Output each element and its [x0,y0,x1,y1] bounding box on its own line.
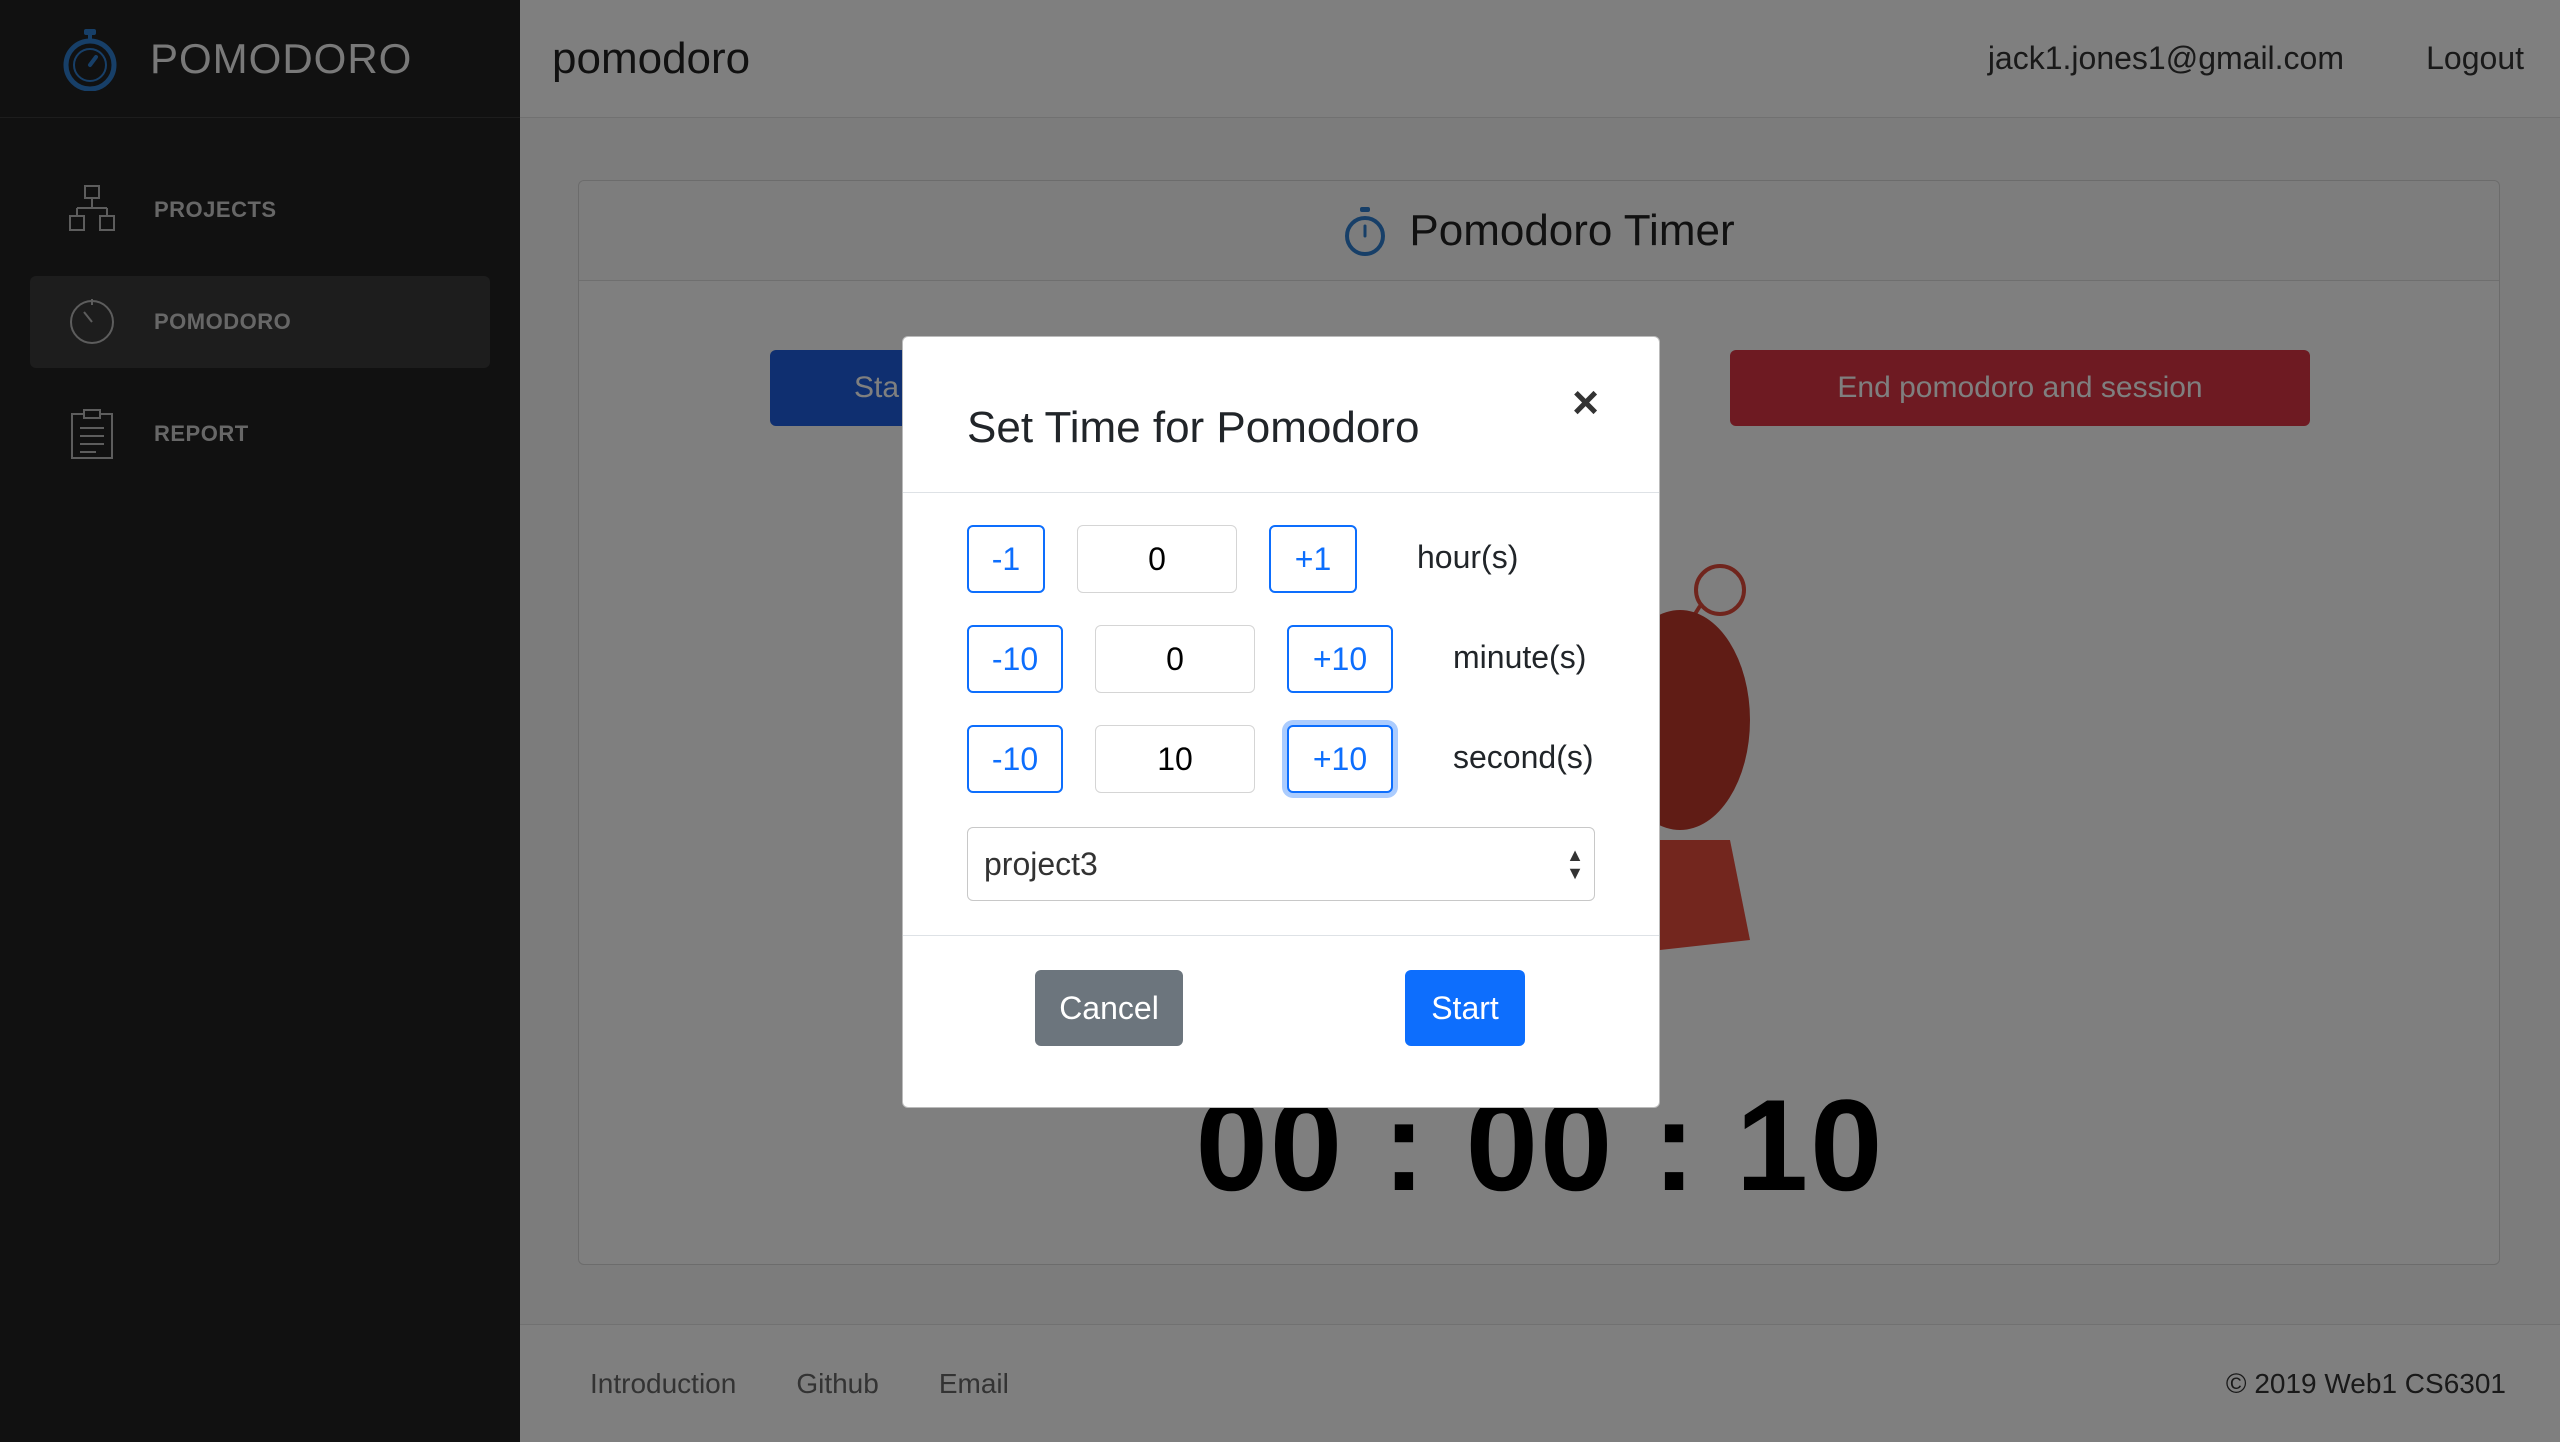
hours-decrement-button[interactable]: -1 [967,525,1045,593]
seconds-decrement-button[interactable]: -10 [967,725,1063,793]
minutes-row: -10 +10 minute(s) [967,625,1597,693]
seconds-unit-label: second(s) [1453,739,1594,775]
close-icon[interactable]: × [1572,375,1599,429]
project-select-value: project3 [984,845,1098,882]
seconds-input[interactable] [1095,725,1255,793]
project-select[interactable]: project3 ▲ ▼ [967,827,1595,901]
minutes-unit-label: minute(s) [1453,639,1587,675]
modal-header: Set Time for Pomodoro × [903,337,1659,493]
minutes-decrement-button[interactable]: -10 [967,625,1063,693]
modal-footer: Cancel Start [903,935,1659,1107]
cancel-button[interactable]: Cancel [1035,970,1183,1046]
hours-unit-label: hour(s) [1417,539,1519,575]
seconds-increment-button[interactable]: +10 [1287,725,1393,793]
hours-increment-button[interactable]: +1 [1269,525,1357,593]
minutes-input[interactable] [1095,625,1255,693]
select-arrows-icon: ▲ ▼ [1566,845,1584,883]
hours-row: -1 +1 hour(s) [967,525,1597,593]
set-time-modal: Set Time for Pomodoro × -1 +1 hour(s) -1… [902,336,1660,1108]
modal-title: Set Time for Pomodoro [967,403,1420,452]
start-button[interactable]: Start [1405,970,1525,1046]
minutes-increment-button[interactable]: +10 [1287,625,1393,693]
seconds-row: -10 +10 second(s) [967,725,1597,793]
hours-input[interactable] [1077,525,1237,593]
